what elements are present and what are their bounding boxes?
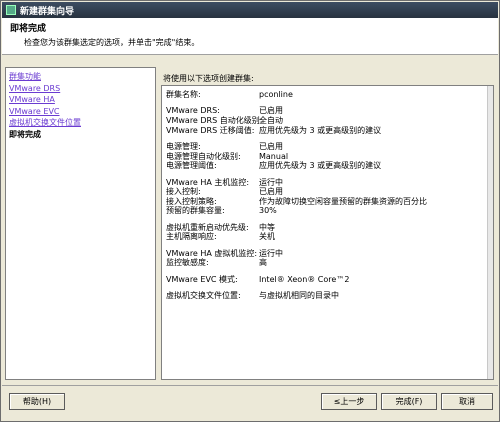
summary-key: VMware DRS:: [166, 106, 220, 116]
summary-label: 将使用以下选项创建群集:: [163, 74, 254, 83]
summary-row: 接入控制策略: 作为故障切换空闲容量预留的群集资源的百分比: [166, 197, 485, 207]
summary-row: 监控敏感度: 高: [166, 258, 485, 268]
summary-row: VMware HA 虚拟机监控: 运行中: [166, 249, 485, 259]
summary-row: 接入控制: 已启用: [166, 187, 485, 197]
window-title: 新建群集向导: [20, 6, 75, 17]
summary-value: 已启用: [259, 106, 283, 116]
finish-button[interactable]: 完成(F): [381, 393, 437, 410]
page-title: 即将完成: [10, 24, 47, 34]
summary-value: Manual: [259, 151, 289, 161]
summary-row: 电源管理自动化级别: Manual: [166, 152, 485, 162]
summary-value: 中等: [259, 222, 275, 232]
summary-key: 虚拟机重新启动优先级:: [166, 222, 249, 232]
summary-key: VMware HA 虚拟机监控:: [166, 248, 258, 258]
summary-scrollbar[interactable]: [487, 86, 493, 379]
summary-key: 虚拟机交换文件位置:: [166, 291, 241, 301]
summary-spacer: [166, 171, 485, 178]
summary-key: 监控敏感度:: [166, 258, 209, 268]
summary-key: VMware DRS 迁移阈值:: [166, 125, 255, 135]
summary-value: 高: [259, 258, 267, 268]
summary-row: VMware DRS 迁移阈值: 应用优先级为 3 或更高级别的建议: [166, 126, 485, 136]
summary-key: 接入控制:: [166, 187, 201, 197]
summary-row: 预留的群集容量: 30%: [166, 206, 485, 216]
summary-value: 关机: [259, 232, 275, 242]
summary-spacer: [166, 216, 485, 223]
summary-row: 虚拟机交换文件位置: 与虚拟机相同的目录中: [166, 291, 485, 301]
summary-spacer: [166, 100, 485, 107]
summary-key: 接入控制策略:: [166, 196, 217, 206]
summary-key: VMware EVC 模式:: [166, 274, 238, 284]
summary-spacer: [166, 135, 485, 142]
nav-item-vmware-ha[interactable]: VMware HA: [9, 94, 155, 106]
cluster-app-icon: [6, 5, 16, 15]
summary-key: VMware DRS 自动化级别:: [166, 115, 263, 125]
wizard-header: 即将完成 检查您为该群集选定的选项，并单击"完成"结束。: [2, 18, 498, 55]
summary-value: 作为故障切换空闲容量预留的群集资源的百分比: [259, 196, 427, 206]
nav-item-cluster-features[interactable]: 群集功能: [9, 71, 155, 83]
wizard-window: 新建群集向导 即将完成 检查您为该群集选定的选项，并单击"完成"结束。 群集功能…: [0, 0, 500, 422]
help-button[interactable]: 帮助(H): [9, 393, 65, 410]
summary-row: VMware HA 主机监控: 运行中: [166, 178, 485, 188]
title-bar: 新建群集向导: [2, 2, 498, 18]
summary-row: VMware DRS 自动化级别: 全自动: [166, 116, 485, 126]
cancel-button[interactable]: 取消: [441, 393, 493, 410]
summary-key: 预留的群集容量:: [166, 206, 225, 216]
nav-item-vmware-drs[interactable]: VMware DRS: [9, 83, 155, 95]
summary-key: 电源管理阈值:: [166, 161, 217, 171]
footer-divider: [2, 385, 498, 386]
summary-row: 电源管理: 已启用: [166, 142, 485, 152]
summary-value: 与虚拟机相同的目录中: [259, 291, 339, 301]
summary-value: 已启用: [259, 187, 283, 197]
summary-list: 群集名称: pconline VMware DRS: 已启用 VMware DRS 自动…: [166, 90, 485, 301]
summary-panel: 群集名称: pconline VMware DRS: 已启用 VMware DRS 自动…: [161, 85, 494, 380]
summary-row: 群集名称: pconline: [166, 90, 485, 100]
summary-value: 运行中: [259, 248, 283, 258]
summary-key: 群集名称:: [166, 90, 201, 99]
summary-row: 电源管理阈值: 应用优先级为 3 或更高级别的建议: [166, 161, 485, 171]
step-nav: 群集功能 VMware DRS VMware HA VMware EVC 虚拟机…: [5, 67, 156, 380]
summary-spacer: [166, 242, 485, 249]
summary-spacer: [166, 268, 485, 275]
summary-value: 已启用: [259, 141, 283, 151]
summary-value: Intel® Xeon® Core™2: [259, 274, 350, 284]
nav-item-swapfile-location[interactable]: 虚拟机交换文件位置: [9, 117, 155, 129]
summary-value: pconline: [259, 90, 293, 99]
summary-key: VMware HA 主机监控:: [166, 177, 250, 187]
summary-key: 电源管理:: [166, 141, 201, 151]
summary-row: 虚拟机重新启动优先级: 中等: [166, 223, 485, 233]
summary-row: VMware DRS: 已启用: [166, 106, 485, 116]
summary-value: 30%: [259, 206, 277, 216]
summary-row: 主机隔离响应: 关机: [166, 232, 485, 242]
summary-value: 运行中: [259, 177, 283, 187]
summary-key: 主机隔离响应:: [166, 232, 217, 242]
summary-value: 应用优先级为 3 或更高级别的建议: [259, 125, 382, 135]
nav-item-vmware-evc[interactable]: VMware EVC: [9, 106, 155, 118]
back-button[interactable]: ≤上一步: [321, 393, 377, 410]
nav-item-ready-to-complete: 即将完成: [9, 129, 41, 139]
summary-key: 电源管理自动化级别:: [166, 151, 241, 161]
summary-row: VMware EVC 模式: Intel® Xeon® Core™2: [166, 275, 485, 285]
page-description: 检查您为该群集选定的选项，并单击"完成"结束。: [24, 38, 200, 47]
summary-value: 全自动: [259, 115, 283, 125]
summary-value: 应用优先级为 3 或更高级别的建议: [259, 161, 382, 171]
